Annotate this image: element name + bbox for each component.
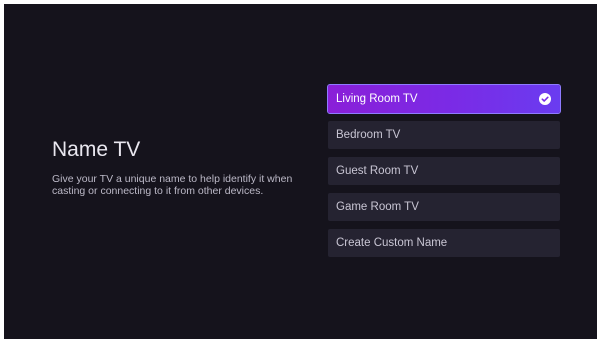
name-options-list: Living Room TV Bedroom TV Guest Room TV … [327,84,561,265]
option-label: Bedroom TV [336,129,401,141]
option-label: Create Custom Name [336,237,448,249]
option-label: Game Room TV [336,201,419,213]
name-tv-screen: Name TV Give your TV a unique name to he… [4,4,597,339]
option-label: Guest Room TV [336,165,419,177]
info-panel: Name TV Give your TV a unique name to he… [52,137,302,197]
option-living-room-tv[interactable]: Living Room TV [327,84,561,114]
option-create-custom-name[interactable]: Create Custom Name [328,229,560,257]
option-guest-room-tv[interactable]: Guest Room TV [328,157,560,185]
option-bedroom-tv[interactable]: Bedroom TV [328,121,560,149]
option-game-room-tv[interactable]: Game Room TV [328,193,560,221]
page-description: Give your TV a unique name to help ident… [52,173,293,197]
option-label: Living Room TV [336,93,418,105]
page-title: Name TV [52,138,141,161]
check-circle-icon [539,93,551,105]
